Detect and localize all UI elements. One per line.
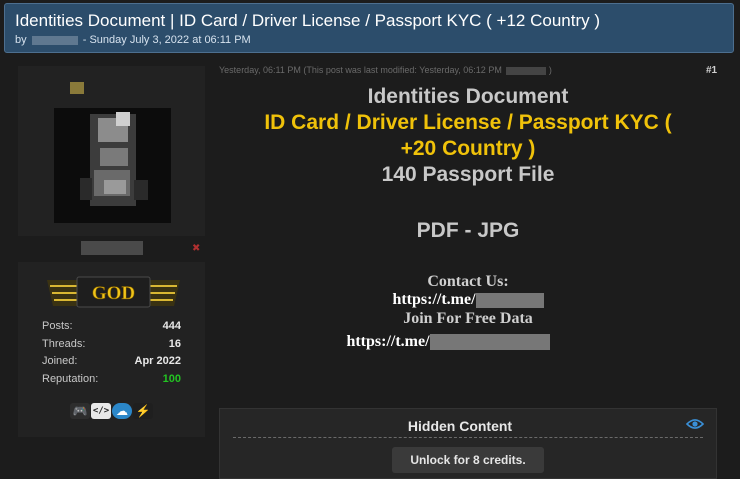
redacted-contact-handle[interactable] xyxy=(475,292,544,308)
contact-link-row: https://t.me/ xyxy=(219,291,717,309)
hidden-content-title: Hidden Content xyxy=(407,418,513,434)
cloud-icon[interactable]: ☁ xyxy=(112,403,132,419)
award-icons: 🎮 </> ☁ ⚡ xyxy=(70,403,153,421)
redacted-join-handle[interactable] xyxy=(429,334,550,351)
byline-prefix: by xyxy=(15,34,27,46)
gamepad-icon[interactable]: 🎮 xyxy=(70,403,90,419)
thread-byline: by - Sunday July 3, 2022 at 06:11 PM xyxy=(15,34,251,46)
post-file-count: 140 Passport File xyxy=(381,163,555,186)
join-link[interactable]: https://t.me/ xyxy=(346,333,429,350)
join-label: Join For Free Data xyxy=(403,310,533,327)
eye-icon[interactable] xyxy=(685,417,705,435)
hidden-content-divider xyxy=(233,437,703,438)
redacted-username[interactable] xyxy=(31,35,78,45)
stat-label-posts: Posts: xyxy=(42,320,73,332)
post-meta: Yesterday, 06:11 PM (This post was last … xyxy=(219,65,552,75)
post-heading: Identities Document xyxy=(367,85,569,108)
post-number-link[interactable]: #1 xyxy=(706,65,717,76)
post-subheading: ID Card / Driver License / Passport KYC … xyxy=(264,111,672,134)
offline-status-icon: ✖ xyxy=(192,243,201,254)
join-link-row: https://t.me/ xyxy=(219,333,717,351)
author-username[interactable] xyxy=(81,241,143,255)
rank-badge-text: GOD xyxy=(92,283,135,304)
stat-value-reputation[interactable]: 100 xyxy=(100,373,181,385)
thread-title: Identities Document | ID Card / Driver L… xyxy=(15,11,601,30)
post-meta-close: ) xyxy=(548,65,552,75)
stat-label-reputation: Reputation: xyxy=(42,373,99,385)
post-timestamp: Yesterday, 06:11 PM (This post was last … xyxy=(219,65,502,75)
thread-header: Identities Document | ID Card / Driver L… xyxy=(4,3,734,53)
stat-label-threads: Threads: xyxy=(42,338,86,350)
rank-badge: GOD xyxy=(47,276,180,310)
stat-label-joined: Joined: xyxy=(42,355,78,367)
contact-link[interactable]: https://t.me/ xyxy=(392,291,475,308)
unlock-button[interactable]: Unlock for 8 credits. xyxy=(392,447,544,473)
redacted-editor xyxy=(506,66,547,75)
avatar[interactable] xyxy=(54,82,171,223)
post-subheading-2: +20 Country ) xyxy=(400,137,536,160)
stat-value-joined: Apr 2022 xyxy=(134,355,181,367)
thread-date: - Sunday July 3, 2022 at 06:11 PM xyxy=(82,34,251,46)
stat-value-posts: 444 xyxy=(162,320,181,332)
code-icon[interactable]: </> xyxy=(91,403,111,419)
post-formats: PDF - JPG xyxy=(416,219,520,242)
contact-label: Contact Us: xyxy=(427,273,509,290)
stat-value-threads: 16 xyxy=(168,338,181,350)
lightning-icon[interactable]: ⚡ xyxy=(133,403,153,419)
